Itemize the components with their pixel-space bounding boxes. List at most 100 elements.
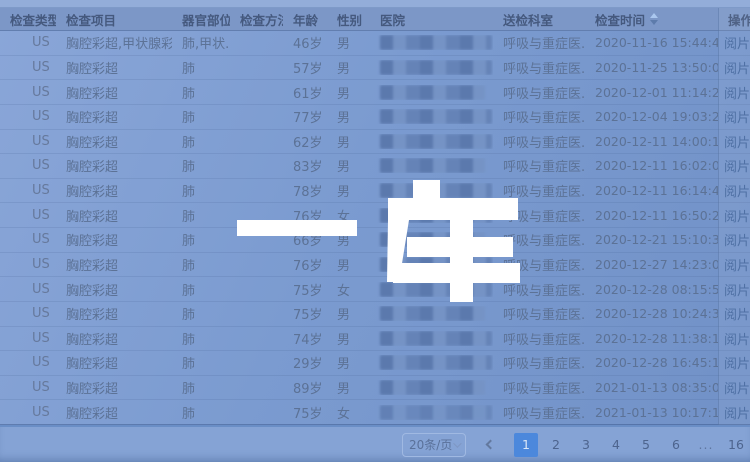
cell-hospital-redacted <box>370 134 493 149</box>
table-header-row: 检查类型 检查项目 器官部位 检查方法 年龄 性别 医院 送检科室 检查时间 操… <box>0 8 750 31</box>
page-button-5[interactable]: 5 <box>634 433 658 457</box>
cell-exam-time: 2020-11-16 15:44:49 <box>585 35 718 50</box>
table-row[interactable]: US 胸腔彩超 肺 89岁 男 呼吸与重症医... 2021-01-13 08:… <box>0 376 750 401</box>
cell-hospital-redacted <box>370 109 493 124</box>
cell-hospital-redacted <box>370 208 493 223</box>
cell-hospital-redacted <box>370 380 493 395</box>
cell-exam-type: US <box>0 380 56 395</box>
cell-exam-time: 2020-12-28 08:15:51 <box>585 282 718 297</box>
table-row[interactable]: US 胸腔彩超 肺 74岁 男 呼吸与重症医... 2020-12-28 11:… <box>0 327 750 352</box>
cell-dept: 呼吸与重症医... <box>493 378 585 397</box>
cell-organ-site: 肺 <box>172 156 230 175</box>
table-row[interactable]: US 胸腔彩超,甲状腺彩超 肺,甲状... 46岁 男 呼吸与重症医... 20… <box>0 31 750 56</box>
table-row[interactable]: US 胸腔彩超 肺 29岁 男 呼吸与重症医... 2020-12-28 16:… <box>0 351 750 376</box>
cell-exam-item: 胸腔彩超 <box>56 230 172 249</box>
cell-organ-site: 肺 <box>172 329 230 348</box>
view-film-link[interactable]: 阅片 <box>718 58 750 77</box>
cell-exam-item: 胸腔彩超 <box>56 181 172 200</box>
view-film-link[interactable]: 阅片 <box>718 403 750 422</box>
table-row[interactable]: US 胸腔彩超 肺 75岁 女 呼吸与重症医... 2020-12-28 08:… <box>0 277 750 302</box>
cell-dept: 呼吸与重症医... <box>493 33 585 52</box>
cell-exam-time: 2020-12-11 16:14:49 <box>585 183 718 198</box>
view-film-link[interactable]: 阅片 <box>718 378 750 397</box>
cell-exam-time: 2020-12-11 16:02:05 <box>585 158 718 173</box>
cell-exam-item: 胸腔彩超 <box>56 83 172 102</box>
cell-dept: 呼吸与重症医... <box>493 107 585 126</box>
page-size-select[interactable]: 20条/页 <box>402 433 466 457</box>
page-button-3[interactable]: 3 <box>574 433 598 457</box>
exam-list-screen: 检查类型 检查项目 器官部位 检查方法 年龄 性别 医院 送检科室 检查时间 操… <box>0 0 750 462</box>
table-row[interactable]: US 胸腔彩超 肺 75岁 男 呼吸与重症医... 2020-12-28 10:… <box>0 302 750 327</box>
redaction-blur <box>380 257 492 272</box>
cell-exam-item: 胸腔彩超 <box>56 132 172 151</box>
sort-ascending-icon <box>650 13 658 18</box>
header-organ-site: 器官部位 <box>172 10 230 29</box>
view-film-link[interactable]: 阅片 <box>718 255 750 274</box>
cell-gender: 男 <box>327 378 370 397</box>
cell-hospital-redacted <box>370 355 493 370</box>
table-row[interactable]: US 胸腔彩超 肺 78岁 男 呼吸与重症医... 2020-12-11 16:… <box>0 179 750 204</box>
header-exam-item: 检查项目 <box>56 10 172 29</box>
cell-gender: 男 <box>327 132 370 151</box>
table-row[interactable]: US 胸腔彩超 肺 66岁 男 呼吸与重症医... 2020-12-21 15:… <box>0 228 750 253</box>
view-film-link[interactable]: 阅片 <box>718 304 750 323</box>
prev-page-button[interactable] <box>480 433 500 457</box>
cell-gender: 男 <box>327 329 370 348</box>
header-gender: 性别 <box>327 10 370 29</box>
cell-hospital-redacted <box>370 331 493 346</box>
pager-pages: 123456...16 <box>514 433 748 457</box>
sort-caret-icon[interactable] <box>650 13 658 25</box>
view-film-link[interactable]: 阅片 <box>718 156 750 175</box>
view-film-link[interactable]: 阅片 <box>718 230 750 249</box>
cell-exam-item: 胸腔彩超 <box>56 58 172 77</box>
table-row[interactable]: US 胸腔彩超 肺 62岁 男 呼吸与重症医... 2020-12-11 14:… <box>0 130 750 155</box>
view-film-link[interactable]: 阅片 <box>718 33 750 52</box>
view-film-link[interactable]: 阅片 <box>718 206 750 225</box>
cell-organ-site: 肺 <box>172 206 230 225</box>
cell-hospital-redacted <box>370 232 493 247</box>
header-exam-time-label: 检查时间 <box>595 10 645 29</box>
table-row[interactable]: US 胸腔彩超 肺 76岁 男 呼吸与重症医... 2020-12-27 14:… <box>0 253 750 278</box>
cell-age: 29岁 <box>283 353 327 372</box>
cell-hospital-redacted <box>370 60 493 75</box>
table-row[interactable]: US 胸腔彩超 肺 57岁 男 呼吸与重症医... 2020-11-25 13:… <box>0 56 750 81</box>
cell-hospital-redacted <box>370 405 493 420</box>
view-film-link[interactable]: 阅片 <box>718 83 750 102</box>
redaction-blur <box>380 109 492 124</box>
cell-dept: 呼吸与重症医... <box>493 206 585 225</box>
page-button-1[interactable]: 1 <box>514 433 538 457</box>
table-row[interactable]: US 胸腔彩超 肺 76岁 女 呼吸与重症医... 2020-12-11 16:… <box>0 203 750 228</box>
view-film-link[interactable]: 阅片 <box>718 107 750 126</box>
view-film-link[interactable]: 阅片 <box>718 329 750 348</box>
view-film-link[interactable]: 阅片 <box>718 280 750 299</box>
cell-hospital-redacted <box>370 35 493 50</box>
cell-gender: 男 <box>327 230 370 249</box>
cell-exam-type: US <box>0 183 56 198</box>
cell-dept: 呼吸与重症医... <box>493 304 585 323</box>
table-row[interactable]: US 胸腔彩超 肺 77岁 男 呼吸与重症医... 2020-12-04 19:… <box>0 105 750 130</box>
view-film-link[interactable]: 阅片 <box>718 353 750 372</box>
page-button-16[interactable]: 16 <box>724 433 748 457</box>
table-row[interactable]: US 胸腔彩超 肺 75岁 女 呼吸与重症医... 2021-01-13 10:… <box>0 400 750 425</box>
redaction-blur <box>380 208 492 223</box>
cell-organ-site: 肺 <box>172 378 230 397</box>
view-film-link[interactable]: 阅片 <box>718 181 750 200</box>
cell-exam-item: 胸腔彩超 <box>56 280 172 299</box>
page-button-2[interactable]: 2 <box>544 433 568 457</box>
table-row[interactable]: US 胸腔彩超 肺 61岁 男 呼吸与重症医... 2020-12-01 11:… <box>0 80 750 105</box>
header-exam-type: 检查类型 <box>0 10 56 29</box>
pager-ellipsis[interactable]: ... <box>694 433 718 457</box>
cell-exam-item: 胸腔彩超 <box>56 255 172 274</box>
view-film-link[interactable]: 阅片 <box>718 132 750 151</box>
cell-exam-type: US <box>0 331 56 346</box>
exam-table: 检查类型 检查项目 器官部位 检查方法 年龄 性别 医院 送检科室 检查时间 操… <box>0 8 750 425</box>
header-actions: 操作 <box>718 10 750 29</box>
cell-exam-type: US <box>0 282 56 297</box>
page-button-6[interactable]: 6 <box>664 433 688 457</box>
cell-organ-site: 肺 <box>172 403 230 422</box>
table-row[interactable]: US 胸腔彩超 肺 83岁 男 呼吸与重症医... 2020-12-11 16:… <box>0 154 750 179</box>
page-button-4[interactable]: 4 <box>604 433 628 457</box>
header-exam-time-sortable[interactable]: 检查时间 <box>585 10 718 29</box>
cell-gender: 女 <box>327 403 370 422</box>
cell-organ-site: 肺 <box>172 353 230 372</box>
